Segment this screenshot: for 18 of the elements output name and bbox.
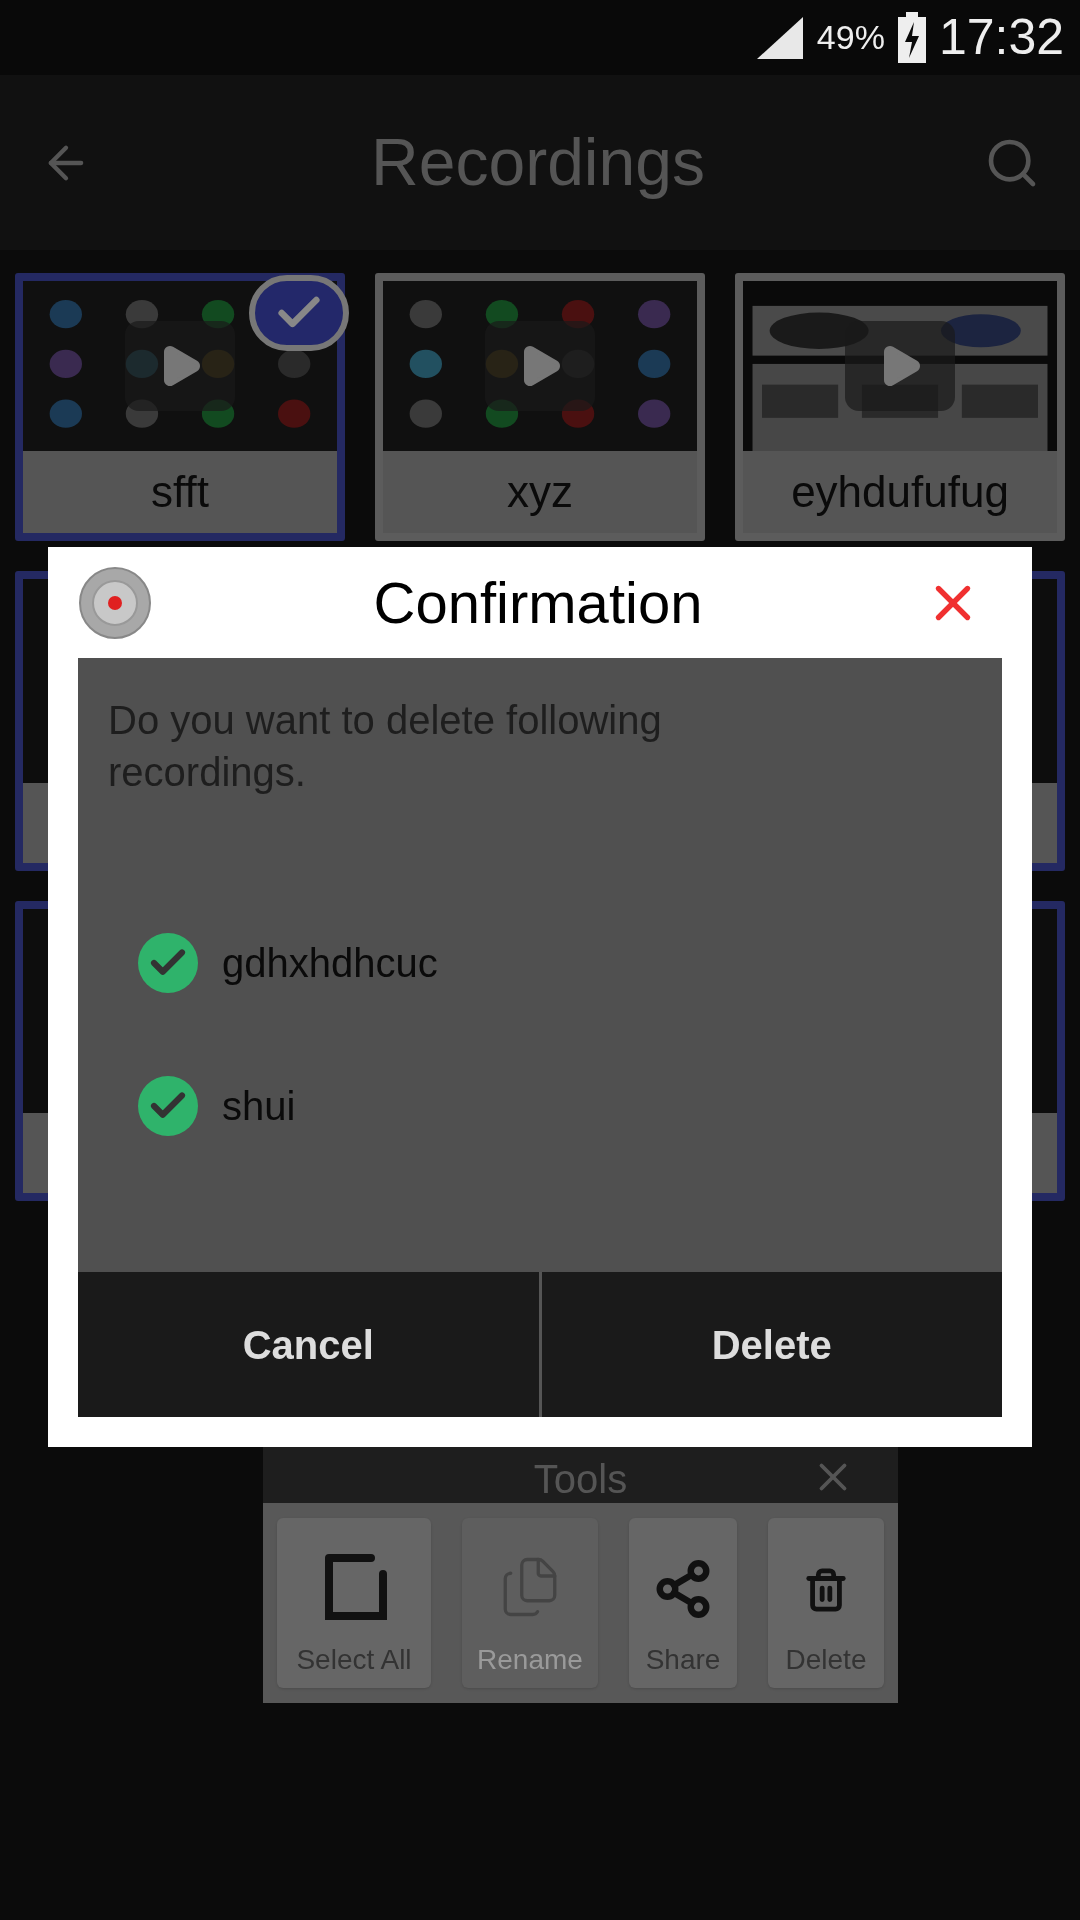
battery-percent: 49% (816, 17, 885, 58)
record-icon (78, 565, 152, 640)
dialog-title: Confirmation (373, 569, 703, 637)
dialog-button[interactable]: Cancel (78, 1272, 539, 1417)
recording-name: shui (222, 1083, 296, 1130)
recording-card[interactable]: eyhdufufug (735, 273, 1065, 541)
play-icon[interactable] (485, 321, 595, 411)
recording-name: gdhxhdhcuc (222, 940, 438, 987)
app-title: Recordings (371, 124, 705, 201)
recording-card[interactable]: xyz (375, 273, 705, 541)
play-icon[interactable] (125, 321, 235, 411)
play-icon[interactable] (845, 321, 955, 411)
recording-name: eyhdufufug (791, 470, 1009, 514)
battery-icon (896, 11, 927, 64)
dialog-button[interactable]: Delete (538, 1272, 1002, 1417)
recording-name: sfft (151, 470, 209, 514)
recording-name: xyz (507, 470, 573, 514)
clock: 17:32 (938, 8, 1064, 67)
